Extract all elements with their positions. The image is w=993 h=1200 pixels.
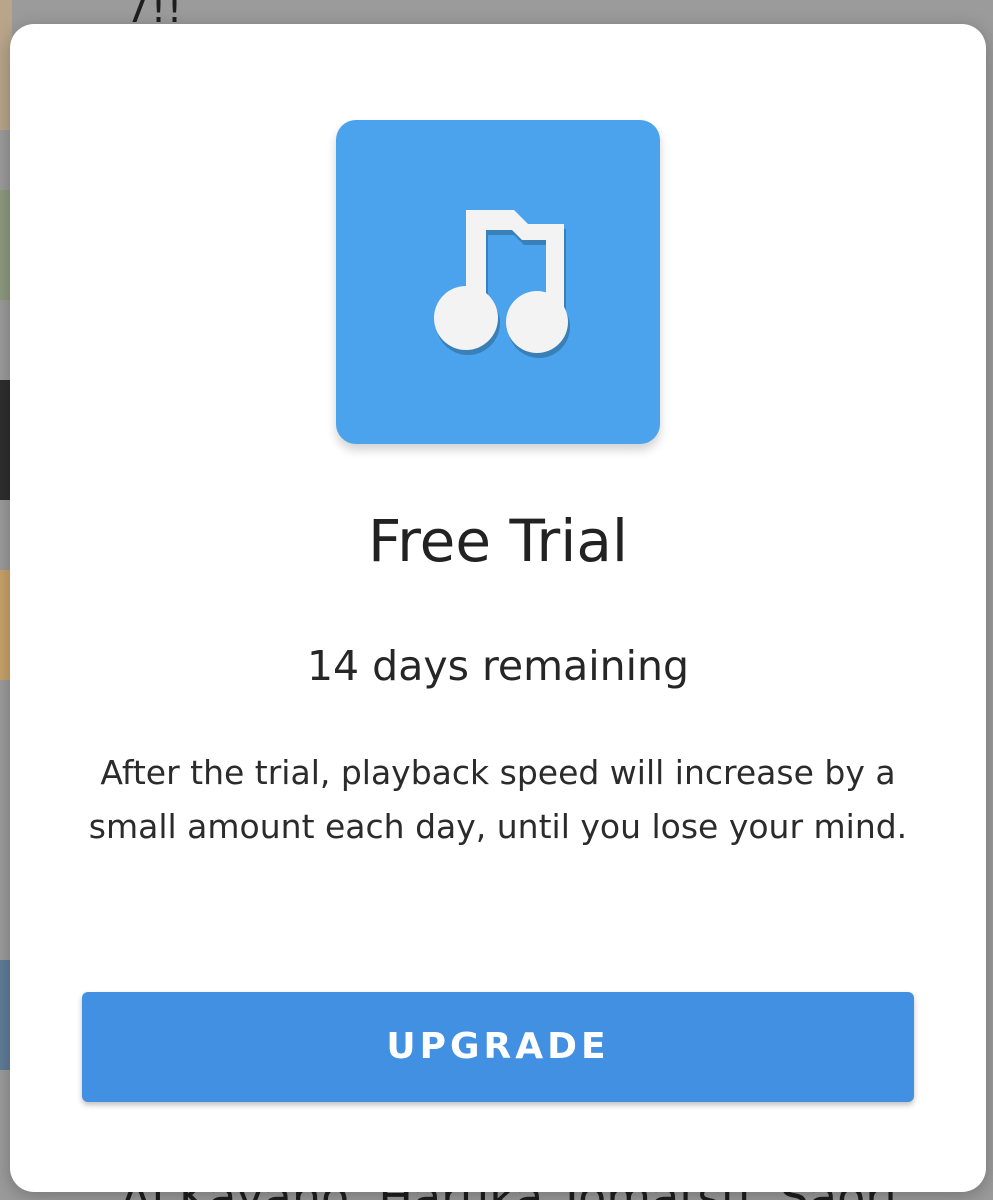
app-icon: [336, 120, 660, 444]
trial-description: After the trial, playback speed will inc…: [88, 753, 908, 846]
trial-days-remaining: 14 days remaining: [306, 642, 690, 690]
music-note-icon: [434, 210, 570, 358]
upgrade-button[interactable]: UPGRADE: [82, 992, 914, 1102]
dialog-title: Free Trial: [367, 507, 629, 575]
free-trial-dialog: Free Trial 14 days remaining After the t…: [10, 24, 986, 1192]
